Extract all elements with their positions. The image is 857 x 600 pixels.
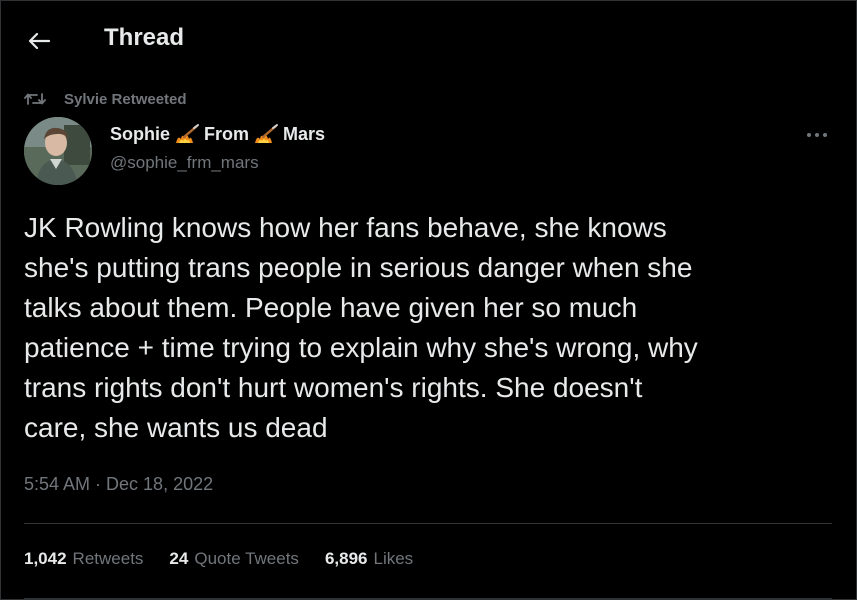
retweet-icon [24,90,48,108]
tweet-timestamp[interactable]: 5:54 AM · Dec 18, 2022 [24,474,213,495]
author-name[interactable]: Sophie From Mars [110,123,325,145]
likes-label: Likes [373,549,414,568]
likes-stat[interactable]: 6,896 Likes [325,549,413,569]
quote-tweets-label: Quote Tweets [194,549,299,568]
divider [24,598,832,599]
guitar-fire-emoji-icon [174,123,200,145]
more-horizontal-icon [807,133,827,137]
retweets-label: Retweets [72,549,144,568]
divider [24,523,832,524]
retweets-stat[interactable]: 1,042 Retweets [24,549,143,569]
social-context[interactable]: Sylvie Retweeted [24,88,187,110]
tweet-text: JK Rowling knows how her fans behave, sh… [24,212,698,443]
author-handle[interactable]: @sophie_frm_mars [110,153,259,173]
author-name-part: Sophie [110,123,171,144]
arrow-left-icon [28,32,50,50]
page-title: Thread [104,24,185,51]
guitar-fire-emoji-icon [253,123,279,145]
quote-tweets-count: 24 [169,549,189,568]
back-button[interactable] [24,28,54,54]
retweets-count: 1,042 [24,549,67,568]
tweet-stats: 1,042 Retweets 24 Quote Tweets 6,896 Likes [24,549,413,569]
quote-tweets-stat[interactable]: 24 Quote Tweets [169,549,299,569]
social-context-text: Sylvie Retweeted [64,90,187,108]
likes-count: 6,896 [324,549,368,568]
page-header: Thread [0,14,857,68]
more-button[interactable] [800,124,834,146]
author-name-part: From [204,123,250,144]
author-name-part: Mars [283,123,326,144]
avatar[interactable] [24,117,92,185]
